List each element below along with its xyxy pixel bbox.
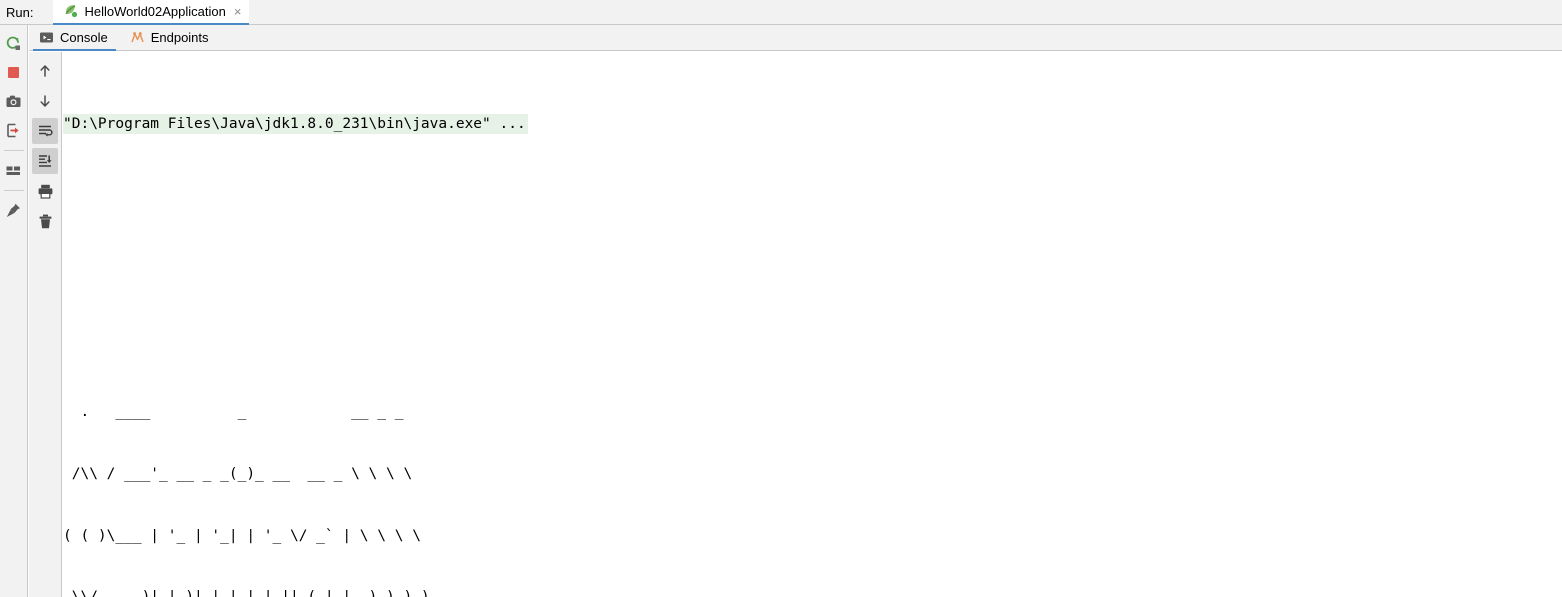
stop-square-icon [8, 66, 19, 78]
console-output[interactable]: "D:\Program Files\Java\jdk1.8.0_231\bin\… [63, 52, 1562, 597]
scroll-down-button[interactable] [32, 88, 58, 114]
stop-button[interactable] [1, 59, 27, 85]
tab-endpoints[interactable]: Endpoints [120, 25, 221, 51]
thread-dump-button[interactable] [1, 117, 27, 143]
printer-icon [38, 184, 52, 199]
pin-tab-button[interactable] [1, 197, 27, 223]
run-tabbar: Run: HelloWorld02Application × [0, 0, 1562, 25]
arrow-down-icon [40, 95, 50, 107]
scroll-up-button[interactable] [32, 58, 58, 84]
scroll-to-end-button[interactable] [32, 148, 58, 174]
soft-wrap-icon [39, 125, 53, 137]
console-command-line: "D:\Program Files\Java\jdk1.8.0_231\bin\… [63, 113, 1562, 135]
spring-boot-banner: . ____ _ __ _ _ /\\ / ___'_ __ _ _(_)_ _… [63, 361, 1562, 597]
console-icon [39, 30, 54, 45]
run-configuration-tab[interactable]: HelloWorld02Application × [53, 0, 250, 25]
spring-boot-run-icon [63, 3, 79, 19]
run-tool-window: Run: HelloWorld02Application × Console E… [0, 0, 1562, 597]
layout-icon [6, 166, 20, 175]
run-actions-rail [0, 25, 28, 597]
print-button[interactable] [32, 178, 58, 204]
clear-all-button[interactable] [32, 208, 58, 234]
arrow-into-box-icon [7, 123, 19, 137]
banner-line: \\/ ___)| |_)| | | | | || (_| | ) ) ) ) [63, 587, 1562, 597]
pin-icon [6, 203, 20, 217]
tab-console[interactable]: Console [29, 25, 120, 51]
banner-line: ( ( )\___ | '_ | '_| | '_ \/ _` | \ \ \ … [63, 527, 421, 544]
rail-divider [3, 150, 24, 151]
layout-settings-button[interactable] [1, 157, 27, 183]
tab-endpoints-label: Endpoints [150, 30, 209, 45]
trash-icon [39, 214, 51, 228]
run-label: Run: [6, 4, 34, 20]
console-subtabs: Console Endpoints [29, 25, 1562, 51]
close-icon[interactable]: × [234, 5, 242, 18]
endpoints-icon [130, 30, 145, 45]
banner-line: /\\ / ___'_ __ _ _(_)_ __ __ _ \ \ \ \ [63, 465, 413, 482]
banner-line: . ____ _ __ _ _ [63, 404, 404, 421]
scroll-to-end-icon [39, 155, 52, 167]
arrow-up-icon [40, 65, 50, 77]
rerun-button[interactable] [1, 30, 27, 56]
rail-divider-2 [3, 190, 24, 191]
run-tab-title: HelloWorld02Application [84, 3, 226, 19]
screenshot-button[interactable] [1, 88, 27, 114]
console-toolbar [29, 52, 62, 597]
rerun-icon [6, 36, 20, 50]
tab-console-label: Console [60, 30, 108, 45]
camera-icon [6, 95, 21, 107]
soft-wrap-button[interactable] [32, 118, 58, 144]
java-command-text: "D:\Program Files\Java\jdk1.8.0_231\bin\… [63, 113, 528, 135]
